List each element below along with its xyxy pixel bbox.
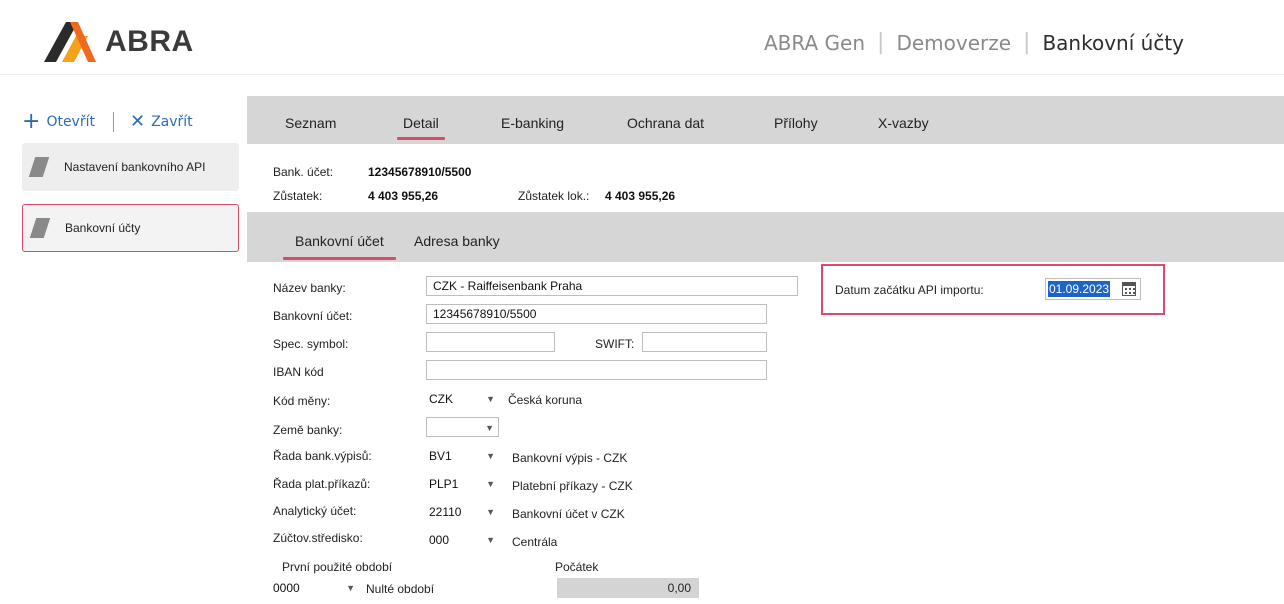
tab-attachments[interactable]: Přílohy xyxy=(774,115,818,131)
payment-series-value: PLP1 xyxy=(429,477,459,491)
open-label: Otevřít xyxy=(46,114,95,130)
iban-field[interactable] xyxy=(426,360,767,380)
currency-desc: Česká koruna xyxy=(508,393,583,407)
bank-account-form: Název banky: CZK - Raiffeisenbank Praha … xyxy=(247,262,1284,604)
calendar-icon[interactable] xyxy=(1122,282,1136,296)
nav-item-bank-accounts[interactable]: Bankovní účty xyxy=(22,204,239,252)
payment-series-label: Řada plat.příkazů: xyxy=(273,477,371,491)
currency-label: Kód měny: xyxy=(273,394,331,408)
spec-symbol-label: Spec. symbol: xyxy=(273,337,349,351)
start-value: 0,00 xyxy=(557,578,699,598)
logo-text: ABRA xyxy=(105,25,194,58)
left-nav: + Otevřít ✕ Zavřít Nastavení bankovního … xyxy=(0,76,247,604)
tab-seznam[interactable]: Seznam xyxy=(285,115,336,131)
close-button[interactable]: ✕ Zavřít xyxy=(130,113,193,131)
country-select[interactable]: ▼ xyxy=(426,417,499,437)
local-balance-label: Zůstatek lok.: xyxy=(518,189,590,203)
start-label: Počátek xyxy=(555,560,599,574)
currency-select[interactable]: CZK ▼ xyxy=(429,389,499,409)
abra-logo[interactable]: ABRA xyxy=(44,22,194,62)
plus-icon: + xyxy=(22,109,41,134)
nav-actions: + Otevřít ✕ Zavřít xyxy=(22,109,193,134)
bank-account-field[interactable]: 12345678910/5500 xyxy=(426,304,767,324)
dropdown-arrow-icon: ▼ xyxy=(346,583,355,593)
first-period-desc: Nulté období xyxy=(366,582,435,596)
breadcrumb-separator: | xyxy=(1023,30,1031,55)
nav-item-label: Nastavení bankovního API xyxy=(64,160,206,174)
analytic-account-select[interactable]: 22110 ▼ xyxy=(429,502,499,522)
sub-tab-bar: Bankovní účet Adresa banky xyxy=(247,212,1284,262)
first-period-value: 0000 xyxy=(273,581,300,595)
tab-bar: Seznam Detail E-banking Ochrana dat Příl… xyxy=(247,96,1284,144)
dropdown-arrow-icon: ▼ xyxy=(485,423,494,433)
account-value: 12345678910/5500 xyxy=(368,165,472,179)
close-icon: ✕ xyxy=(129,111,146,132)
balance-value: 4 403 955,26 xyxy=(368,189,439,203)
statement-series-select[interactable]: BV1 ▼ xyxy=(429,446,499,466)
dropdown-arrow-icon: ▼ xyxy=(486,507,495,517)
nav-divider xyxy=(112,112,114,132)
cost-center-select[interactable]: 000 ▼ xyxy=(429,530,499,550)
abra-logo-icon xyxy=(44,22,96,62)
close-label: Zavřít xyxy=(151,114,193,130)
balance-label: Zůstatek: xyxy=(273,189,323,203)
tab-data-protection[interactable]: Ochrana dat xyxy=(627,115,704,131)
breadcrumb-item-app[interactable]: ABRA Gen xyxy=(764,31,865,55)
iban-label: IBAN kód xyxy=(273,365,324,379)
local-balance-value: 4 403 955,26 xyxy=(605,189,676,203)
page-title: Bankovní účty xyxy=(1042,30,1184,55)
cost-center-label: Zúčtov.středisko: xyxy=(273,531,363,545)
account-label: Bank. účet: xyxy=(273,165,334,179)
breadcrumb: ABRA Gen | Demoverze | Bankovní účty xyxy=(764,30,1184,55)
analytic-account-desc: Bankovní účet v CZK xyxy=(512,507,625,521)
statement-series-desc: Bankovní výpis - CZK xyxy=(512,451,628,465)
swift-label: SWIFT: xyxy=(595,337,635,351)
cost-center-value: 000 xyxy=(429,533,450,547)
breadcrumb-item-company[interactable]: Demoverze xyxy=(896,31,1011,55)
spec-symbol-field[interactable] xyxy=(426,332,555,352)
bank-name-field[interactable]: CZK - Raiffeisenbank Praha xyxy=(426,276,798,296)
dropdown-arrow-icon: ▼ xyxy=(486,479,495,489)
payment-series-select[interactable]: PLP1 ▼ xyxy=(429,474,499,494)
analytic-account-value: 22110 xyxy=(429,505,462,519)
swift-field[interactable] xyxy=(642,332,767,352)
tab-e-banking[interactable]: E-banking xyxy=(501,115,564,131)
api-import-date-label: Datum začátku API importu: xyxy=(835,283,984,297)
tab-bank-account[interactable]: Bankovní účet xyxy=(283,233,396,260)
tab-bank-address[interactable]: Adresa banky xyxy=(414,233,500,249)
dropdown-arrow-icon: ▼ xyxy=(486,451,495,461)
main-panel: Seznam Detail E-banking Ochrana dat Příl… xyxy=(247,96,1284,604)
dropdown-arrow-icon: ▼ xyxy=(486,535,495,545)
account-summary: Bank. účet: 12345678910/5500 Zůstatek: 4… xyxy=(247,144,1284,212)
api-import-date-field[interactable]: 01.09.2023 xyxy=(1045,278,1141,300)
document-icon xyxy=(28,157,50,177)
api-import-date-group: Datum začátku API importu: 01.09.2023 xyxy=(821,264,1165,315)
currency-value: CZK xyxy=(429,392,453,406)
open-button[interactable]: + Otevřít xyxy=(22,109,95,134)
bank-account-label: Bankovní účet: xyxy=(273,309,353,323)
dropdown-arrow-icon: ▼ xyxy=(486,394,495,404)
document-icon xyxy=(29,218,51,238)
api-import-date-value: 01.09.2023 xyxy=(1048,281,1111,297)
analytic-account-label: Analytický účet: xyxy=(273,504,357,518)
cost-center-desc: Centrála xyxy=(512,535,558,549)
nav-item-bank-api-settings[interactable]: Nastavení bankovního API xyxy=(22,143,239,191)
payment-series-desc: Platební příkazy - CZK xyxy=(512,479,633,493)
statement-series-value: BV1 xyxy=(429,449,452,463)
tab-x-links[interactable]: X-vazby xyxy=(878,115,929,131)
bank-name-label: Název banky: xyxy=(273,281,346,295)
country-label: Země banky: xyxy=(273,423,343,437)
breadcrumb-separator: | xyxy=(877,30,885,55)
app-header: ABRA ABRA Gen | Demoverze | Bankovní účt… xyxy=(0,0,1284,75)
tab-detail[interactable]: Detail xyxy=(397,115,445,140)
first-period-label: První použité období xyxy=(282,560,393,574)
first-period-select[interactable]: 0000 ▼ xyxy=(273,578,359,598)
nav-item-label: Bankovní účty xyxy=(65,221,141,235)
statement-series-label: Řada bank.výpisů: xyxy=(273,449,372,463)
